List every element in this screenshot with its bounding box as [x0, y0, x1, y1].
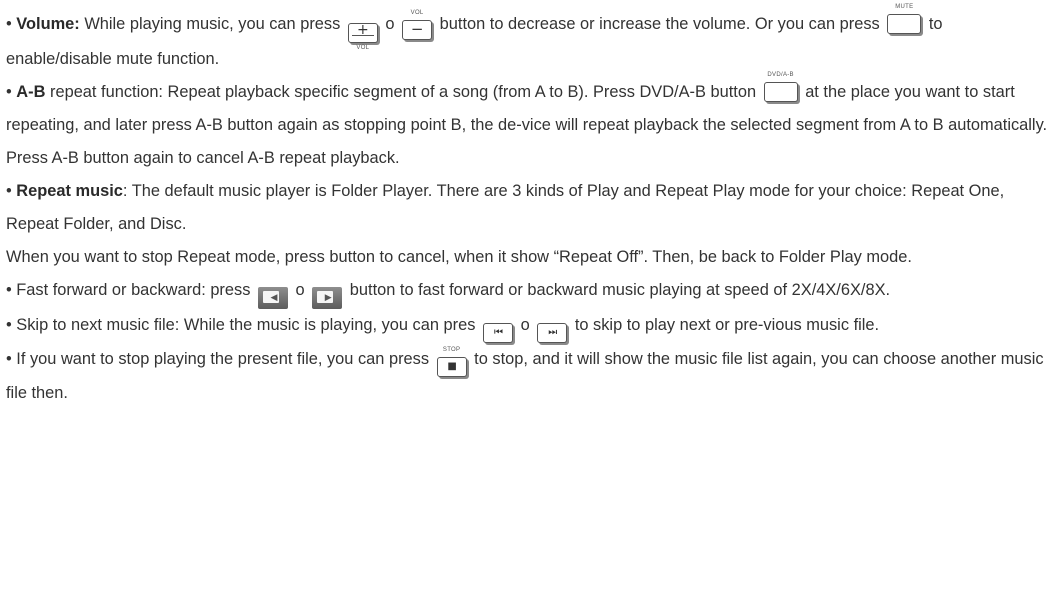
volume-text-1: While playing music, you can press	[84, 15, 341, 33]
repeat-heading: Repeat music	[16, 182, 123, 200]
repeat-text-1: : The default music player is Folder Pla…	[6, 182, 1005, 233]
fast-backward-icon: ◀	[257, 287, 288, 309]
volume-text-2: o	[385, 15, 395, 33]
dvd-ab-caption: DVD/A-B	[767, 72, 794, 78]
mute-caption: MUTE	[895, 4, 914, 10]
volume-heading: Volume:	[16, 15, 80, 33]
stop-caption: STOP	[442, 347, 461, 353]
fast-forward-icon: ▶	[312, 287, 343, 309]
stop-text-1: If you want to stop playing the present …	[16, 350, 430, 368]
volume-text-3: button to decrease or increase the volum…	[439, 15, 880, 33]
stop-button-icon: STOP ■	[436, 347, 467, 377]
previous-button-icon: ⏮	[483, 323, 513, 343]
repeat-paragraph: • Repeat music: The default music player…	[6, 182, 1005, 233]
skip-next-icon: ⏭	[548, 327, 557, 338]
fast-text-2: o	[295, 281, 305, 299]
vol-plus-button-icon: + VOL	[347, 23, 378, 51]
vol-minus-caption: VOL	[410, 10, 424, 16]
dvd-ab-button-icon: DVD/A-B	[763, 72, 798, 102]
fast-paragraph: • Fast forward or backward: press ◀ o ▶ …	[6, 274, 1051, 309]
skip-text-3: to skip to play next or pre-vious music …	[574, 316, 880, 334]
left-arrow-icon: ◀	[270, 293, 278, 303]
vol-minus-button-icon: VOL −	[402, 10, 433, 40]
volume-paragraph: • Volume: While playing music, you can p…	[6, 4, 943, 68]
fast-text-3: button to fast forward or backward music…	[349, 281, 891, 299]
ab-text-1: repeat function: Repeat playback specifi…	[50, 83, 757, 101]
next-button-icon: ⏭	[537, 323, 568, 343]
stop-repeat-text: When you want to stop Repeat mode, press…	[6, 248, 912, 266]
minus-icon: −	[410, 20, 424, 38]
fast-text-1: Fast forward or backward: press	[16, 281, 251, 299]
skip-text-2: o	[520, 316, 530, 334]
skip-previous-icon: ⏮	[494, 327, 503, 338]
right-arrow-icon: ▶	[324, 293, 332, 303]
skip-text-1: Skip to next music file: While the music…	[16, 316, 476, 334]
vol-plus-caption: VOL	[356, 45, 370, 51]
manual-page: • Volume: While playing music, you can p…	[0, 0, 1059, 601]
ab-heading: A-B	[16, 83, 46, 101]
skip-paragraph: • Skip to next music file: While the mus…	[6, 309, 1051, 343]
mute-button-icon: MUTE	[887, 4, 922, 34]
stop-repeat-paragraph: When you want to stop Repeat mode, press…	[6, 241, 1051, 274]
stop-paragraph: • If you want to stop playing the presen…	[6, 347, 1044, 402]
ab-paragraph: • A-B repeat function: Repeat playback s…	[6, 72, 1048, 167]
stop-square-icon: ■	[447, 361, 456, 372]
